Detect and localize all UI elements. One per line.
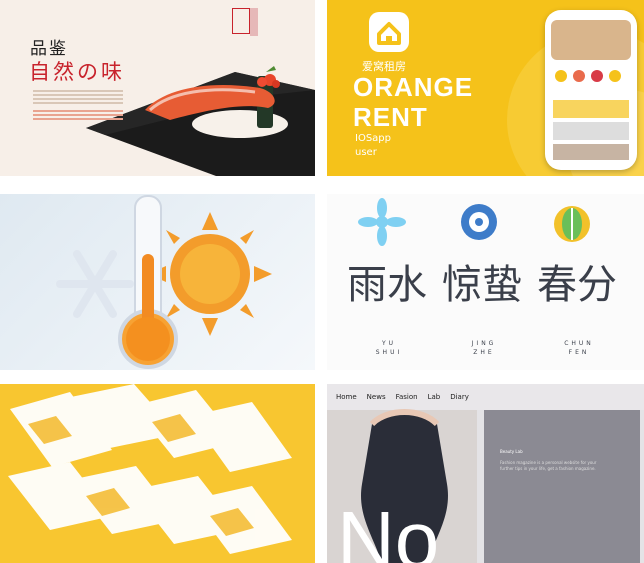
term-yushui-pinyin: YU SHUI — [375, 340, 403, 356]
food-tile[interactable]: 品鉴 自然の味 — [0, 0, 315, 176]
weather-illustration — [56, 195, 272, 369]
term-jingzhe: 惊蛰 — [442, 262, 522, 308]
fashion-section-title: Beauty Lab — [500, 449, 523, 454]
fashion-side-panel — [484, 410, 640, 563]
weather-tile[interactable] — [0, 194, 315, 370]
phone-mockup — [545, 10, 637, 170]
home-icon — [369, 12, 409, 52]
leaf-icon — [554, 206, 590, 242]
flower-icon — [461, 204, 497, 240]
orange-rent-subtitle2: user — [355, 147, 377, 158]
app-mockups-illustration — [0, 384, 315, 563]
orange-rent-title1: ORANGE — [353, 72, 474, 102]
orange-rent-subtitle1: IOSapp — [355, 133, 391, 144]
term-chunfen: 春分 — [537, 262, 617, 308]
fashion-tile[interactable]: Home News Fasion Lab Diary Beauty Lab Fa… — [327, 384, 644, 563]
solar-terms-tile[interactable]: 雨水 YU SHUI 惊蛰 JING ZHE 春分 CHUN FEN — [327, 194, 644, 370]
orange-rent-tile[interactable]: 爱窝租房 ORANGE RENT IOSapp user — [327, 0, 644, 176]
term-yushui: 雨水 — [347, 262, 427, 308]
snowflake-icon — [358, 198, 406, 246]
fashion-paragraph: Fashion magazine is a personal website f… — [500, 460, 597, 471]
term-chunfen-pinyin: CHUN FEN — [564, 340, 594, 356]
fashion-big-text: No — [337, 495, 440, 563]
orange-rent-title2: RENT — [353, 102, 428, 132]
term-jingzhe-pinyin: JING ZHE — [471, 340, 497, 356]
food-description — [33, 88, 123, 122]
app-mockups-tile[interactable] — [0, 384, 315, 563]
snowflake-icon — [56, 250, 134, 318]
